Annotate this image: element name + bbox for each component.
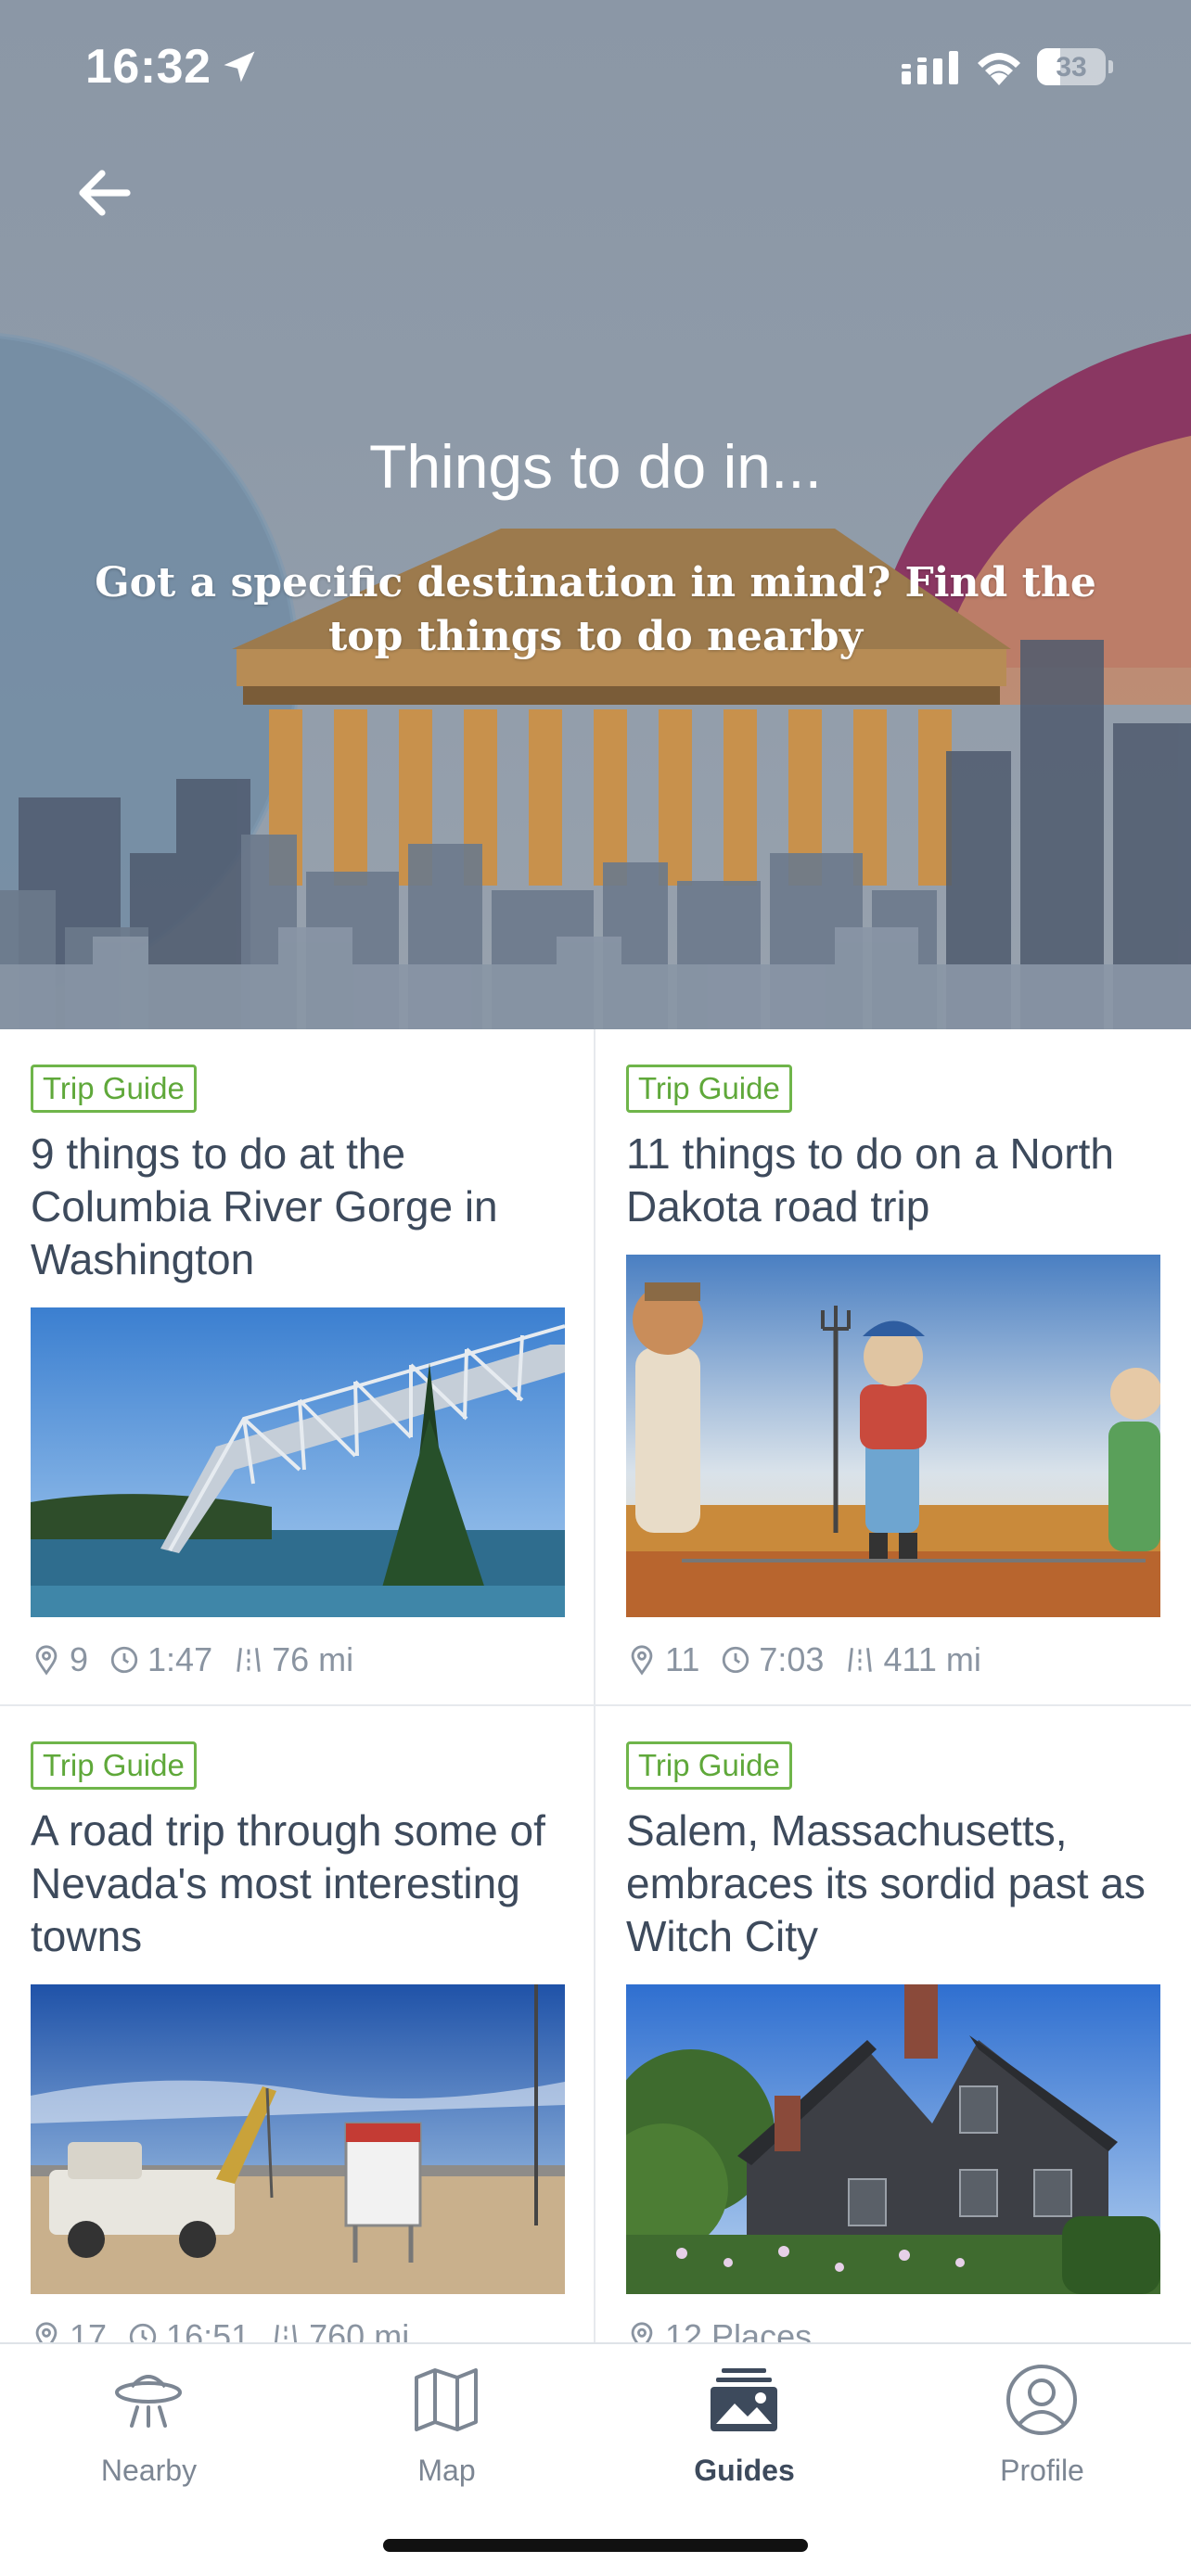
duration: 16:51 — [166, 2317, 250, 2344]
guide-title[interactable]: 11 things to do on a North Dakota road t… — [626, 1128, 1162, 1233]
places-count: 11 — [665, 1640, 700, 1678]
trip-guide-tag: Trip Guide — [31, 1741, 197, 1790]
tab-label: Profile — [1000, 2454, 1084, 2487]
clock-icon — [723, 1646, 749, 1674]
hero-banner: 16:32 33 Things to do in... Got a specif… — [0, 0, 1191, 1029]
distance: 76 mi — [272, 1640, 354, 1678]
clock-icon — [110, 1646, 138, 1674]
status-time: 16:32 — [85, 40, 211, 94]
tab-nearby[interactable]: Nearby — [0, 2363, 298, 2502]
pin-icon — [35, 2322, 58, 2344]
trip-guide-tag: Trip Guide — [31, 1065, 197, 1113]
giant-farmer-statues-photo[interactable] — [626, 1255, 1160, 1617]
guide-meta: 12 Places — [626, 2317, 1164, 2344]
signal-icon — [902, 51, 958, 84]
road-icon — [237, 1648, 261, 1672]
tab-map[interactable]: Map — [298, 2363, 596, 2502]
distance: 411 mi — [883, 1640, 981, 1678]
guide-title[interactable]: A road trip through some of Nevada's mos… — [31, 1804, 567, 1963]
battery-icon: 33 — [1037, 48, 1113, 85]
profile-icon — [1006, 2365, 1077, 2435]
home-indicator — [383, 2539, 808, 2552]
location-arrow-icon — [224, 51, 255, 83]
dark-gabled-house-photo[interactable] — [626, 1984, 1160, 2294]
page-subtitle: Got a specific destination in mind? Find… — [95, 559, 1096, 660]
status-bar: 16:32 33 — [0, 0, 1191, 130]
places-count: 12 Places — [665, 2317, 813, 2344]
clock-icon — [129, 2323, 157, 2344]
pin-icon — [35, 1645, 58, 1676]
wifi-icon — [978, 53, 1020, 85]
back-button[interactable] — [65, 156, 145, 230]
tab-label: Map — [417, 2454, 476, 2487]
guide-meta: 17 16:51 760 mi — [31, 2317, 569, 2344]
guides-icon — [711, 2368, 777, 2431]
road-icon — [848, 1648, 873, 1672]
guide-title[interactable]: Salem, Massachusetts, embraces its sordi… — [626, 1804, 1162, 1963]
duration: 1:47 — [147, 1640, 213, 1678]
ufo-icon — [115, 2375, 182, 2428]
hero-illustration — [0, 333, 1191, 1029]
distance: 760 mi — [309, 2317, 410, 2344]
guide-card[interactable]: Trip Guide Salem, Massachusetts, embrace… — [596, 1706, 1191, 2344]
trip-guide-tag: Trip Guide — [626, 1741, 792, 1790]
desert-truck-restaurant-sign-photo[interactable] — [31, 1984, 565, 2294]
guides-grid: Trip Guide 9 things to do at the Columbi… — [0, 1029, 1191, 2344]
guide-card[interactable]: Trip Guide A road trip through some of N… — [0, 1706, 596, 2344]
guide-card[interactable]: Trip Guide 9 things to do at the Columbi… — [0, 1029, 596, 1704]
guide-title[interactable]: 9 things to do at the Columbia River Gor… — [31, 1128, 567, 1286]
guide-card[interactable]: Trip Guide 11 things to do on a North Da… — [596, 1029, 1191, 1704]
page-title: Things to do in... — [369, 432, 822, 501]
guide-meta: 9 1:47 76 mi — [31, 1640, 569, 1678]
map-icon — [415, 2368, 478, 2431]
pin-icon — [631, 1645, 653, 1676]
battery-level-text: 33 — [1056, 52, 1087, 83]
pin-icon — [631, 2322, 653, 2344]
road-icon — [274, 2325, 298, 2344]
tab-profile[interactable]: Profile — [893, 2363, 1191, 2502]
arrow-left-icon — [79, 170, 131, 216]
tab-label: Guides — [694, 2454, 795, 2487]
steel-bridge-over-river-photo[interactable] — [31, 1307, 565, 1617]
tab-label: Nearby — [100, 2454, 198, 2487]
places-count: 17 — [70, 2317, 108, 2344]
guide-meta: 11 7:03 411 mi — [626, 1640, 1164, 1678]
places-count: 9 — [70, 1640, 89, 1678]
duration: 7:03 — [759, 1640, 825, 1678]
trip-guide-tag: Trip Guide — [626, 1065, 792, 1113]
tab-guides[interactable]: Guides — [596, 2363, 893, 2502]
